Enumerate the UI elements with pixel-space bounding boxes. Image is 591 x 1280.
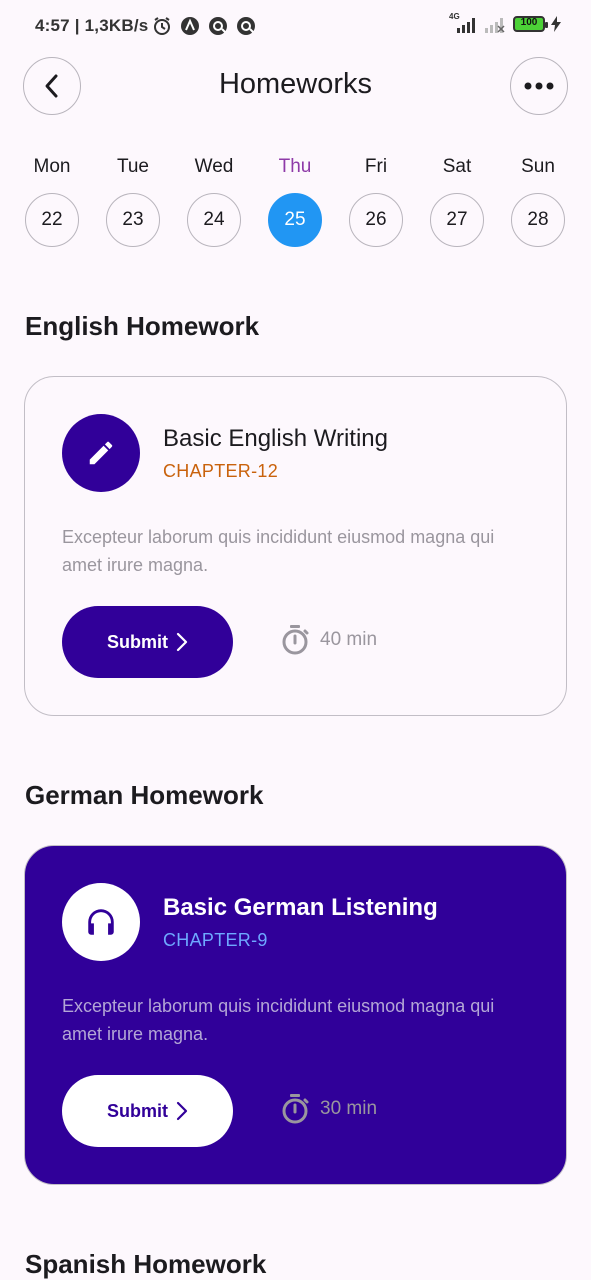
day-mon[interactable]: Mon 22 (24, 153, 80, 247)
signal-empty-icon (485, 18, 505, 33)
submit-label: Submit (107, 631, 168, 652)
day-name: Mon (33, 156, 71, 177)
duration: 30 min (280, 1093, 377, 1125)
more-horizontal-icon (524, 82, 554, 90)
submit-button[interactable]: Submit (62, 1075, 233, 1147)
day-number: 23 (106, 193, 160, 247)
day-name: Fri (364, 156, 388, 177)
day-number: 26 (349, 193, 403, 247)
card-chapter: CHAPTER-12 (163, 461, 279, 481)
day-name: Sat (442, 156, 472, 177)
day-number: 24 (187, 193, 241, 247)
homework-card-german[interactable]: Basic German Listening CHAPTER-9 Excepte… (24, 845, 567, 1185)
pencil-icon (89, 441, 113, 465)
card-chapter: CHAPTER-9 (163, 930, 268, 950)
subject-icon-badge (62, 883, 140, 961)
stopwatch-icon (282, 625, 309, 655)
day-number: 22 (25, 193, 79, 247)
card-description: Excepteur laborum quis incididunt eiusmo… (62, 996, 495, 1044)
section-title-german: German Homework (25, 780, 264, 810)
submit-label: Submit (107, 1100, 168, 1121)
day-sun[interactable]: Sun 28 (510, 153, 566, 247)
duration-text: 40 min (320, 629, 378, 650)
status-notification-icons (152, 16, 256, 36)
stopwatch-icon (282, 1094, 309, 1124)
day-number: 25 (268, 193, 322, 247)
duration-text: 30 min (320, 1098, 378, 1119)
submit-button[interactable]: Submit (62, 606, 233, 678)
signal-icon (457, 18, 475, 33)
battery-icon: 100 (513, 16, 548, 32)
day-name: Thu (278, 156, 312, 177)
chevron-right-icon (176, 1101, 188, 1121)
day-name: Tue (116, 156, 150, 177)
page-title: Homeworks (218, 68, 373, 100)
alarm-icon (154, 17, 170, 35)
day-thu-selected[interactable]: Thu 25 (267, 153, 323, 247)
card-title: Basic English Writing (163, 425, 388, 452)
sync-icon (209, 17, 227, 35)
card-description: Excepteur laborum quis incididunt eiusmo… (62, 527, 495, 575)
day-wed[interactable]: Wed 24 (186, 153, 242, 247)
day-number: 27 (430, 193, 484, 247)
day-number: 28 (511, 193, 565, 247)
app-notification-icon (181, 17, 199, 35)
sync-icon-2 (237, 17, 255, 35)
charging-icon (551, 16, 561, 32)
card-title: Basic German Listening (163, 894, 438, 921)
homework-card-english[interactable]: Basic English Writing CHAPTER-12 Excepte… (24, 376, 567, 716)
section-title-english: English Homework (25, 311, 260, 341)
status-time: 4:57 | 1,3KB/s (35, 16, 149, 35)
status-right: 4G 100 (447, 12, 561, 34)
day-fri[interactable]: Fri 26 (348, 153, 404, 247)
section-title-spanish: Spanish Homework (25, 1249, 267, 1279)
day-sat[interactable]: Sat 27 (429, 153, 485, 247)
subject-icon-badge (62, 414, 140, 492)
headphones-icon (88, 909, 114, 935)
day-name: Wed (194, 156, 234, 177)
day-tue[interactable]: Tue 23 (105, 153, 161, 247)
status-bar: 4:57 | 1,3KB/s 4G 100 (0, 0, 591, 54)
signal-4g: 4G (447, 12, 477, 34)
more-options-button[interactable] (510, 57, 568, 115)
chevron-right-icon (176, 632, 188, 652)
day-name: Sun (521, 156, 555, 177)
duration: 40 min (280, 624, 377, 656)
